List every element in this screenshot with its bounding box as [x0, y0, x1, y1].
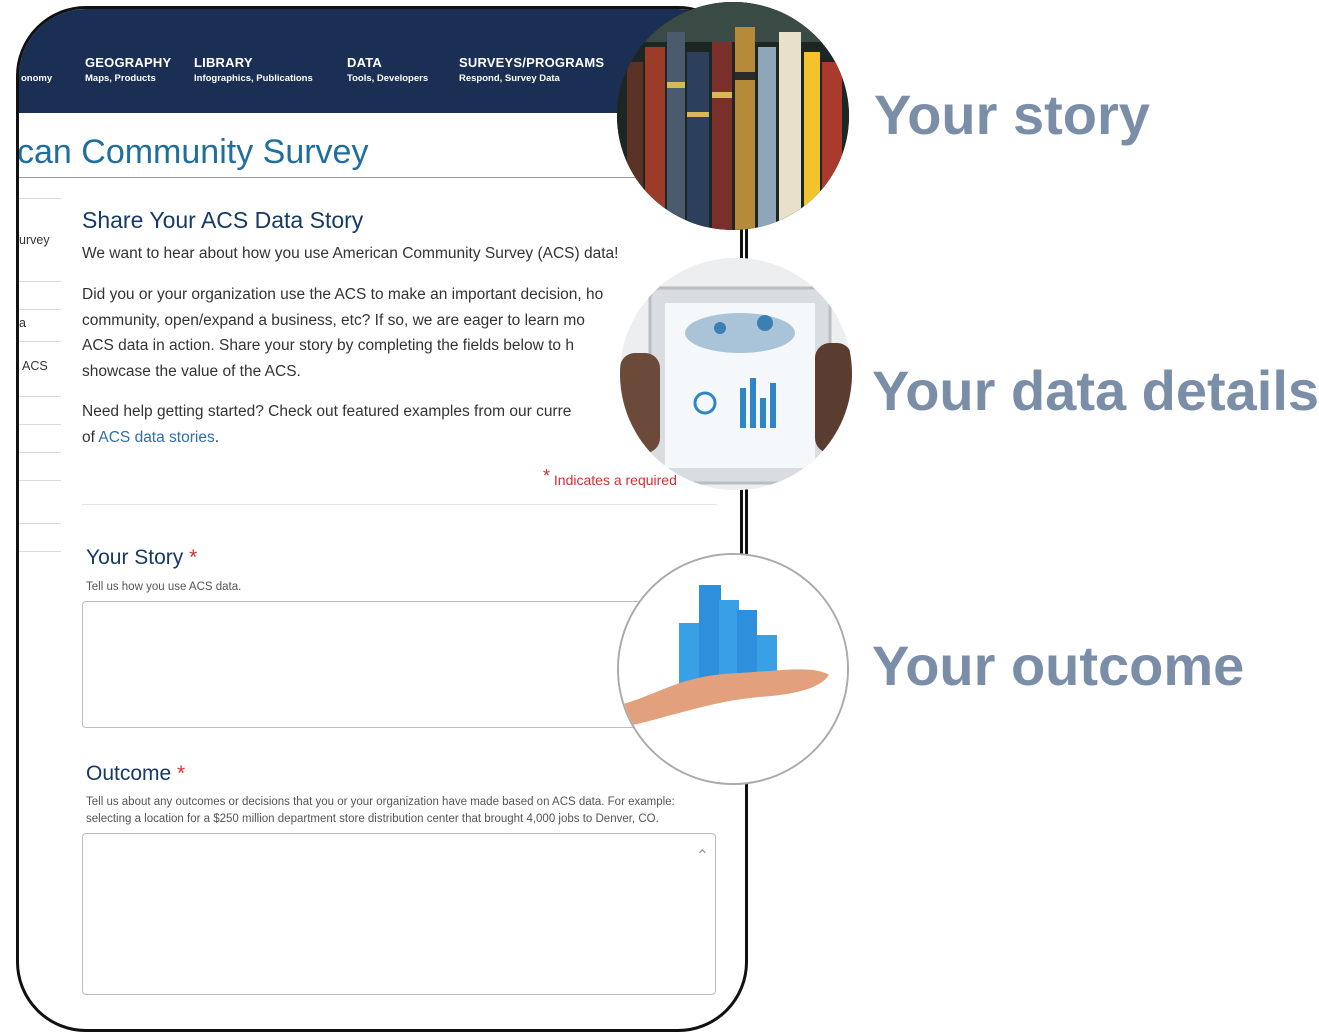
- description-line: Did you or your organization use the ACS…: [82, 286, 604, 303]
- help-prefix: of: [82, 428, 99, 446]
- step-heading-data-details: Your data details: [872, 359, 1319, 422]
- sidebar-divider: [19, 198, 61, 199]
- sidebar-item-acs[interactable]: ACS: [22, 359, 62, 373]
- description-line: showcase the value of the ACS.: [82, 362, 301, 380]
- outcome-label-text: Outcome: [86, 762, 172, 785]
- tablet-illustration: [620, 258, 852, 490]
- description-text: Did you or your organization use the ACS…: [82, 282, 652, 384]
- required-note-text: Indicates a required: [553, 472, 677, 488]
- nav-item-title: DATA: [347, 55, 382, 70]
- nav-item-data[interactable]: DATA Tools, Developers: [347, 55, 428, 84]
- nav-item-subtitle: Respond, Survey Data: [459, 73, 560, 84]
- required-star: *: [189, 546, 198, 569]
- sidebar-divider: [19, 452, 61, 453]
- story-help: Tell us how you use ACS data.: [86, 581, 242, 593]
- required-star: *: [177, 762, 186, 785]
- sidebar-item-survey[interactable]: urvey: [19, 233, 59, 247]
- outcome-help-line: selecting a location for a $250 million …: [86, 812, 659, 825]
- books-illustration: [617, 2, 849, 230]
- help-suffix: .: [214, 428, 220, 446]
- acs-data-stories-link[interactable]: ACS data stories: [98, 429, 214, 446]
- outcome-help: Tell us about any outcomes or decisions …: [86, 794, 675, 827]
- outcome-label: Outcome *: [86, 762, 185, 786]
- nav-item-geography[interactable]: GEOGRAPHY Maps, Products: [85, 55, 171, 84]
- story-label-text: Your Story: [86, 546, 184, 569]
- form-title: Share Your ACS Data Story: [82, 207, 364, 233]
- nav-item-subtitle: Maps, Products: [85, 73, 156, 84]
- sidebar-divider: [19, 281, 61, 282]
- description-line: community, open/expand a business, etc? …: [82, 311, 585, 329]
- page-title: can Community Survey: [17, 133, 369, 171]
- title-divider: [19, 177, 659, 178]
- nav-item-title: LIBRARY: [194, 55, 253, 70]
- required-note: * Indicates a required: [543, 466, 677, 490]
- outcome-textarea[interactable]: ⌃: [82, 833, 716, 995]
- sidebar-divider: [19, 523, 61, 524]
- help-text: Need help getting started? Check out fea…: [82, 399, 652, 450]
- nav-item-title: GEOGRAPHY: [85, 55, 172, 70]
- sidebar-divider: [19, 424, 61, 425]
- nav-item-title: SURVEYS/PROGRAMS: [459, 55, 605, 70]
- sidebar-divider: [19, 309, 61, 310]
- sidebar-divider: [19, 396, 61, 397]
- step-heading-story: Your story: [874, 83, 1150, 146]
- connector-line: [740, 485, 743, 560]
- sidebar-divider: [19, 551, 61, 552]
- help-line: Need help getting started? Check out fea…: [82, 403, 572, 420]
- chevron-up-icon[interactable]: ⌃: [696, 846, 709, 866]
- nav-item-library[interactable]: LIBRARY Infographics, Publications: [194, 55, 313, 84]
- hand-chart-illustration: [619, 555, 847, 783]
- intro-text: We want to hear about how you use Americ…: [82, 245, 619, 262]
- story-label: Your Story *: [86, 546, 197, 570]
- step-heading-outcome: Your outcome: [872, 634, 1245, 697]
- required-star: *: [543, 466, 551, 486]
- sidebar-divider: [19, 480, 61, 481]
- nav-item-partial[interactable]: onomy: [21, 73, 52, 84]
- sidebar-divider: [19, 341, 61, 342]
- help-line: of ACS data stories.: [82, 425, 652, 451]
- nav-item-surveys-programs[interactable]: SURVEYS/PROGRAMS Respond, Survey Data: [459, 55, 604, 84]
- tablet-data-photo-icon: [620, 258, 852, 490]
- hand-chart-photo-icon: [617, 553, 849, 785]
- outcome-help-line: Tell us about any outcomes or decisions …: [86, 796, 675, 808]
- nav-item-subtitle: Tools, Developers: [347, 73, 429, 84]
- description-line: ACS data in action. Share your story by …: [82, 337, 574, 354]
- books-photo-icon: [617, 2, 849, 230]
- nav-item-subtitle: Infographics, Publications: [194, 73, 313, 84]
- form-divider: [82, 504, 717, 505]
- sidebar-item-data[interactable]: a: [19, 316, 59, 330]
